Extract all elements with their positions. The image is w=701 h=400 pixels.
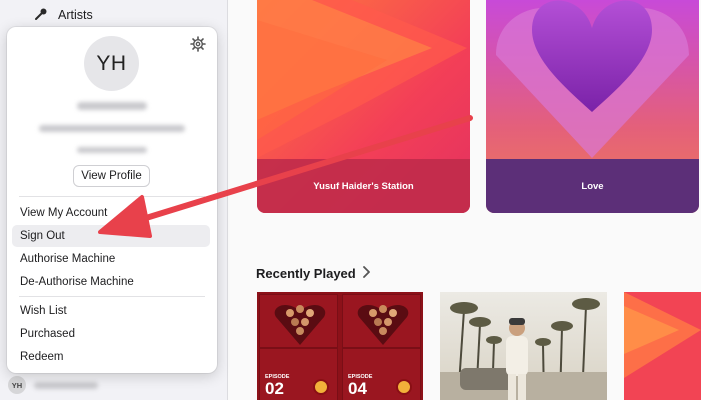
menu-item-sign-out[interactable]: Sign Out (12, 225, 210, 247)
recently-played-item-podcast[interactable]: EPISODE 02 EPISODE 04 (257, 292, 423, 400)
avatar: YH (8, 376, 26, 394)
episode-tile: EPISODE 04 (342, 348, 421, 400)
sidebar-item-artists[interactable]: Artists (34, 6, 93, 24)
badge-icon (396, 379, 412, 395)
episode-tile: EPISODE 02 (259, 348, 338, 400)
microphone-icon (34, 7, 48, 24)
album-artwork (440, 292, 607, 400)
station-artwork (624, 292, 701, 400)
station-card[interactable]: Yusuf Haider's Station (257, 0, 470, 213)
redacted-user-email (39, 125, 185, 132)
divider (19, 296, 205, 297)
station-card-title: Yusuf Haider's Station (313, 180, 414, 192)
menu-item-view-my-account[interactable]: View My Account (12, 202, 210, 224)
account-popover: YH View Profile View My Account Sign Out… (7, 27, 217, 373)
view-profile-button[interactable]: View Profile (73, 165, 150, 187)
playlist-card-title: Love (581, 180, 604, 192)
recently-played-item-station[interactable] (624, 292, 701, 400)
recently-played-heading[interactable]: Recently Played (256, 264, 370, 282)
episode-number: 02 (265, 379, 284, 398)
episode-tile (259, 294, 338, 348)
sidebar-item-label: Artists (58, 8, 93, 22)
redacted-user-detail (77, 147, 147, 153)
chevron-right-icon (362, 265, 370, 281)
playlist-card-love[interactable]: Love (486, 0, 699, 213)
menu-item-wish-list[interactable]: Wish List (12, 300, 210, 322)
avatar: YH (84, 36, 139, 91)
menu-item-redeem[interactable]: Redeem (12, 346, 210, 368)
menu-item-de-authorise-machine[interactable]: De-Authorise Machine (12, 271, 210, 293)
sidebar-account-button[interactable]: YH (8, 374, 98, 396)
menu-item-purchased[interactable]: Purchased (12, 323, 210, 345)
menu-item-authorise-machine[interactable]: Authorise Machine (12, 248, 210, 270)
redacted-user-name (34, 381, 98, 389)
episode-number: 04 (348, 379, 367, 398)
episode-tile (342, 294, 421, 348)
divider (19, 196, 205, 197)
redacted-user-name (77, 102, 147, 110)
gear-icon[interactable] (189, 35, 207, 53)
recently-played-item-album[interactable] (440, 292, 607, 400)
section-title: Recently Played (256, 265, 356, 281)
badge-icon (313, 379, 329, 395)
